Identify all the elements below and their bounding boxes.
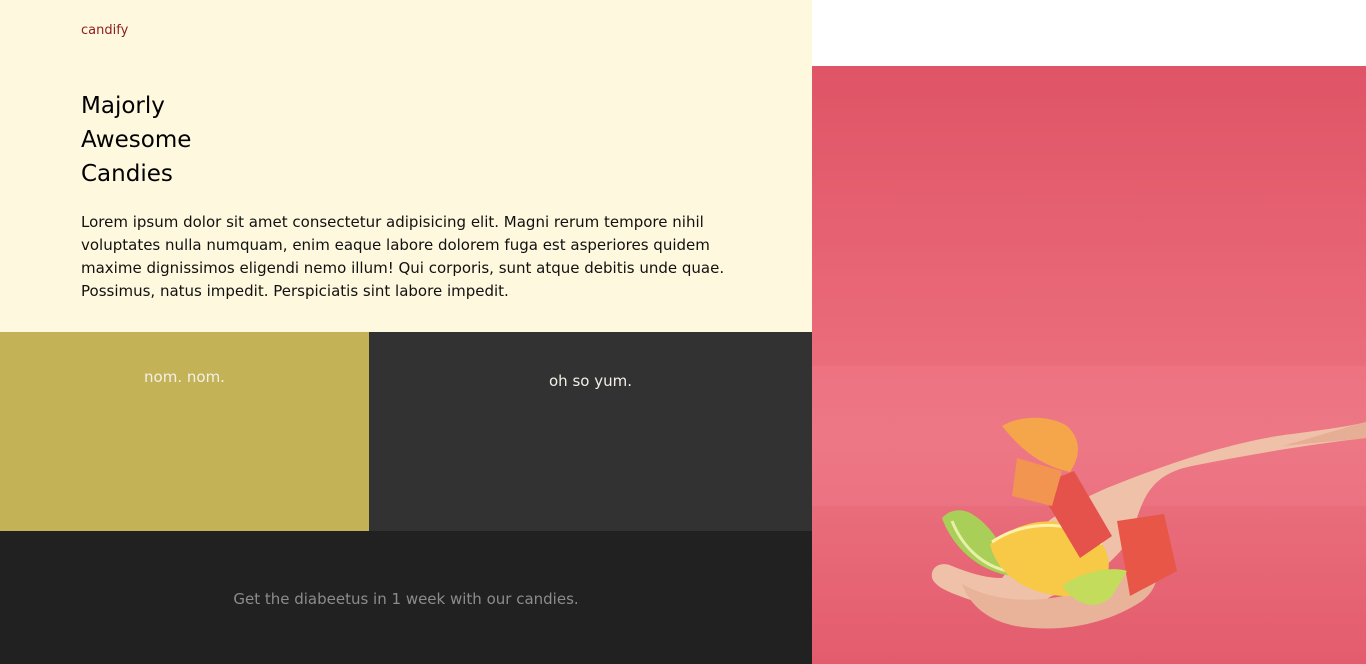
candy-hand-image bbox=[812, 66, 1366, 664]
candy-hand-illustration bbox=[812, 366, 1366, 629]
tile-nom-nom bbox=[0, 332, 369, 531]
tile-oh-so-yum-text: oh so yum. bbox=[549, 372, 632, 390]
footer-section: Get the diabeetus in 1 week with our can… bbox=[0, 531, 812, 664]
hero-description: Lorem ipsum dolor sit amet consectetur a… bbox=[81, 213, 725, 300]
tile-oh-so-yum bbox=[369, 332, 812, 531]
tile-nom-nom-text: nom. nom. bbox=[144, 368, 225, 386]
brand-logo-link[interactable]: candify bbox=[81, 23, 128, 38]
hero-title-line-3: Candies bbox=[81, 161, 173, 187]
hero-title-line-1: Majorly bbox=[81, 93, 165, 119]
hero-title-line-2: Awesome bbox=[81, 127, 192, 153]
hero-section: candify Majorly Awesome Candies Lorem ip… bbox=[0, 0, 812, 332]
hero-title: Majorly Awesome Candies bbox=[81, 89, 281, 191]
footer-tagline: Get the diabeetus in 1 week with our can… bbox=[233, 590, 579, 608]
